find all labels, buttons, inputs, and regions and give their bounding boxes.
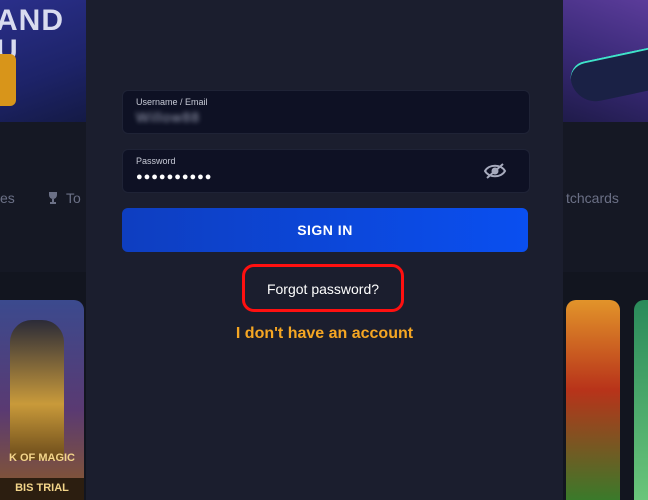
anubis-artwork — [10, 320, 64, 460]
promo-banner-right — [563, 0, 648, 122]
nav-item-scratchcards: tchcards — [566, 190, 619, 206]
nav-item-partial-left: es — [0, 190, 15, 206]
game-tile-partial — [634, 300, 648, 500]
nav-item-top: To — [46, 190, 81, 206]
game-subtitle: BIS TRIAL — [0, 478, 84, 500]
username-value: Willow88 — [136, 109, 201, 125]
login-modal: Username / Email Willow88 Password ●●●●●… — [86, 0, 563, 500]
username-field[interactable]: Username / Email Willow88 — [122, 90, 530, 134]
promo-banner-left: AND U — [0, 0, 86, 122]
forgot-password-highlight: Forgot password? — [242, 264, 404, 312]
game-tile-book-of-magic — [0, 300, 84, 500]
game-title: K OF MAGIC — [9, 452, 75, 464]
no-account-link[interactable]: I don't have an account — [86, 325, 563, 343]
car-artwork — [567, 46, 648, 106]
password-field[interactable]: Password ●●●●●●●●●● — [122, 149, 530, 193]
trophy-icon — [49, 192, 57, 204]
username-label: Username / Email — [136, 97, 208, 107]
password-label: Password — [136, 156, 176, 166]
forgot-password-link[interactable]: Forgot password? — [245, 281, 401, 297]
password-value: ●●●●●●●●●● — [136, 171, 213, 183]
nav-item-label: To — [66, 190, 81, 206]
game-tile-fruit — [566, 300, 620, 500]
promo-cta-button — [0, 54, 16, 106]
eye-slash-icon[interactable] — [483, 162, 507, 180]
sign-in-button[interactable]: SIGN IN — [122, 208, 528, 252]
